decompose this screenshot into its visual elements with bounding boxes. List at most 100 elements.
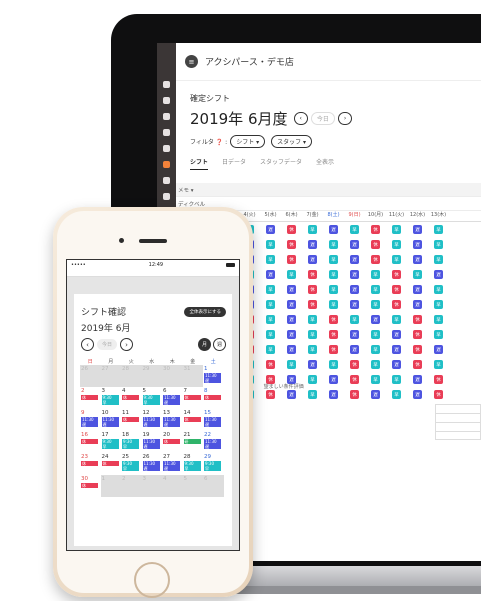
calendar-day[interactable]: 26 11:30 遅 bbox=[142, 453, 163, 475]
calendar-icon[interactable] bbox=[163, 129, 170, 136]
shift-cell[interactable]: 早 bbox=[260, 330, 281, 339]
calendar-day[interactable]: 13 11:30 遅 bbox=[162, 409, 183, 431]
calendar-day[interactable]: 3 bbox=[141, 475, 162, 497]
calendar-day[interactable]: 31 bbox=[182, 365, 203, 387]
shift-cell[interactable]: 休 bbox=[260, 390, 281, 399]
shift-cell[interactable]: 早 bbox=[302, 330, 323, 339]
shift-cell[interactable]: 休 bbox=[323, 345, 344, 354]
shift-cell[interactable]: 遅 bbox=[344, 240, 365, 249]
shift-filter-dropdown[interactable]: シフト ▾ bbox=[230, 135, 266, 148]
shift-cell[interactable]: 早 bbox=[365, 345, 386, 354]
shift-cell[interactable]: 早 bbox=[344, 225, 365, 234]
next-month-button[interactable]: › bbox=[337, 112, 353, 125]
shift-cell[interactable]: 早 bbox=[260, 240, 281, 249]
calendar-day[interactable]: 7休 bbox=[183, 387, 204, 409]
preferred-eval-link[interactable]: 望ましい条件評価 bbox=[264, 384, 304, 390]
shift-cell[interactable]: 休 bbox=[323, 330, 344, 339]
calendar-day[interactable]: 20 休 bbox=[162, 431, 183, 453]
shift-cell[interactable]: 休 bbox=[407, 330, 428, 339]
shift-cell[interactable]: 早 bbox=[365, 330, 386, 339]
calendar-day[interactable]: 5 9:30 早 bbox=[142, 387, 163, 409]
shift-cell[interactable]: 遅 bbox=[323, 375, 344, 384]
transfer-icon[interactable] bbox=[163, 113, 170, 120]
shift-cell[interactable]: 遅 bbox=[281, 345, 302, 354]
document-icon[interactable] bbox=[163, 145, 170, 152]
calendar-day[interactable]: 22 11:30 遅 bbox=[203, 431, 224, 453]
shift-cell[interactable]: 遅 bbox=[428, 270, 449, 279]
shift-cell[interactable]: 休 bbox=[281, 225, 302, 234]
shift-cell[interactable]: 遅 bbox=[407, 255, 428, 264]
shift-cell[interactable]: 遅 bbox=[344, 330, 365, 339]
calendar-day[interactable]: 26 bbox=[80, 365, 101, 387]
shift-cell[interactable]: 遅 bbox=[281, 300, 302, 309]
calendar-day[interactable]: 5 bbox=[182, 475, 203, 497]
month-view-toggle[interactable]: 月 bbox=[198, 338, 211, 351]
week-view-toggle[interactable]: 週 bbox=[213, 338, 226, 351]
shift-cell[interactable]: 遅 bbox=[260, 270, 281, 279]
menu-icon[interactable]: ≡ bbox=[185, 55, 198, 68]
calendar-day[interactable]: 1 11:30 遅 bbox=[203, 365, 224, 387]
shift-cell[interactable]: 休 bbox=[407, 315, 428, 324]
shift-cell[interactable]: 遅 bbox=[365, 315, 386, 324]
shift-cell[interactable]: 遅 bbox=[281, 330, 302, 339]
calendar-day[interactable]: 11 休 bbox=[121, 409, 142, 431]
calendar-day[interactable]: 3 9:30 早 bbox=[101, 387, 122, 409]
shift-icon[interactable] bbox=[163, 161, 170, 168]
calendar-day[interactable]: 4休 bbox=[121, 387, 142, 409]
calendar-day[interactable]: 6 bbox=[203, 475, 224, 497]
shift-cell[interactable]: 早 bbox=[365, 285, 386, 294]
calendar-day[interactable]: 21 研 bbox=[183, 431, 204, 453]
calendar-day[interactable]: 30 休 bbox=[80, 475, 101, 497]
shift-cell[interactable]: 早 bbox=[323, 285, 344, 294]
shift-cell[interactable]: 早 bbox=[428, 240, 449, 249]
shift-cell[interactable]: 休 bbox=[302, 270, 323, 279]
shift-cell[interactable]: 遅 bbox=[281, 390, 302, 399]
shift-cell[interactable]: 早 bbox=[344, 315, 365, 324]
shift-cell[interactable]: 早 bbox=[323, 360, 344, 369]
show-all-button[interactable]: 全体表示にする bbox=[184, 306, 226, 317]
calendar-day[interactable]: 17 9:30 早 bbox=[101, 431, 122, 453]
shift-cell[interactable]: 早 bbox=[428, 315, 449, 324]
shift-cell[interactable]: 早 bbox=[386, 240, 407, 249]
shift-cell[interactable]: 休 bbox=[344, 360, 365, 369]
shift-cell[interactable]: 遅 bbox=[302, 360, 323, 369]
shift-cell[interactable]: 早 bbox=[365, 360, 386, 369]
shift-cell[interactable]: 早 bbox=[386, 375, 407, 384]
shift-cell[interactable]: 早 bbox=[428, 255, 449, 264]
shift-cell[interactable]: 休 bbox=[365, 225, 386, 234]
shift-cell[interactable]: 遅 bbox=[365, 390, 386, 399]
shift-cell[interactable]: 遅 bbox=[344, 270, 365, 279]
calendar-day[interactable]: 29 9:30 早 bbox=[203, 453, 224, 475]
shift-cell[interactable]: 遅 bbox=[407, 240, 428, 249]
shift-cell[interactable]: 休 bbox=[281, 240, 302, 249]
calendar-day[interactable]: 1 bbox=[100, 475, 121, 497]
shift-cell[interactable]: 早 bbox=[386, 255, 407, 264]
tab-staff-data[interactable]: スタッフデータ bbox=[260, 157, 302, 170]
calendar-day[interactable]: 19 11:30 遅 bbox=[142, 431, 163, 453]
shift-cell[interactable]: 遅 bbox=[281, 285, 302, 294]
shift-cell[interactable]: 早 bbox=[386, 225, 407, 234]
shift-cell[interactable]: 早 bbox=[386, 315, 407, 324]
shift-cell[interactable]: 早 bbox=[428, 300, 449, 309]
shift-cell[interactable]: 遅 bbox=[281, 315, 302, 324]
shift-cell[interactable]: 早 bbox=[428, 360, 449, 369]
calendar-day[interactable]: 6 11:30 遅 bbox=[162, 387, 183, 409]
calendar-day[interactable]: 2休 bbox=[80, 387, 101, 409]
calendar-day[interactable]: 27 11:30 遅 bbox=[162, 453, 183, 475]
shift-cell[interactable]: 休 bbox=[407, 345, 428, 354]
shift-cell[interactable]: 早 bbox=[323, 255, 344, 264]
shift-cell[interactable]: 遅 bbox=[323, 225, 344, 234]
tab-shift[interactable]: シフト bbox=[190, 157, 209, 170]
calendar-day[interactable]: 14 休 bbox=[183, 409, 204, 431]
shift-cell[interactable]: 休 bbox=[407, 360, 428, 369]
shift-cell[interactable]: 早 bbox=[260, 255, 281, 264]
shift-cell[interactable]: 遅 bbox=[386, 345, 407, 354]
shift-cell[interactable]: 遅 bbox=[386, 330, 407, 339]
shift-cell[interactable]: 休 bbox=[365, 240, 386, 249]
prev-month-button[interactable]: ‹ bbox=[293, 112, 308, 125]
prev-month-button[interactable]: ‹ bbox=[81, 338, 94, 351]
home-button[interactable] bbox=[134, 562, 170, 598]
calendar-day[interactable]: 4 bbox=[162, 475, 183, 497]
shift-cell[interactable]: 早 bbox=[386, 390, 407, 399]
calendar-day[interactable]: 8休 bbox=[203, 387, 224, 409]
